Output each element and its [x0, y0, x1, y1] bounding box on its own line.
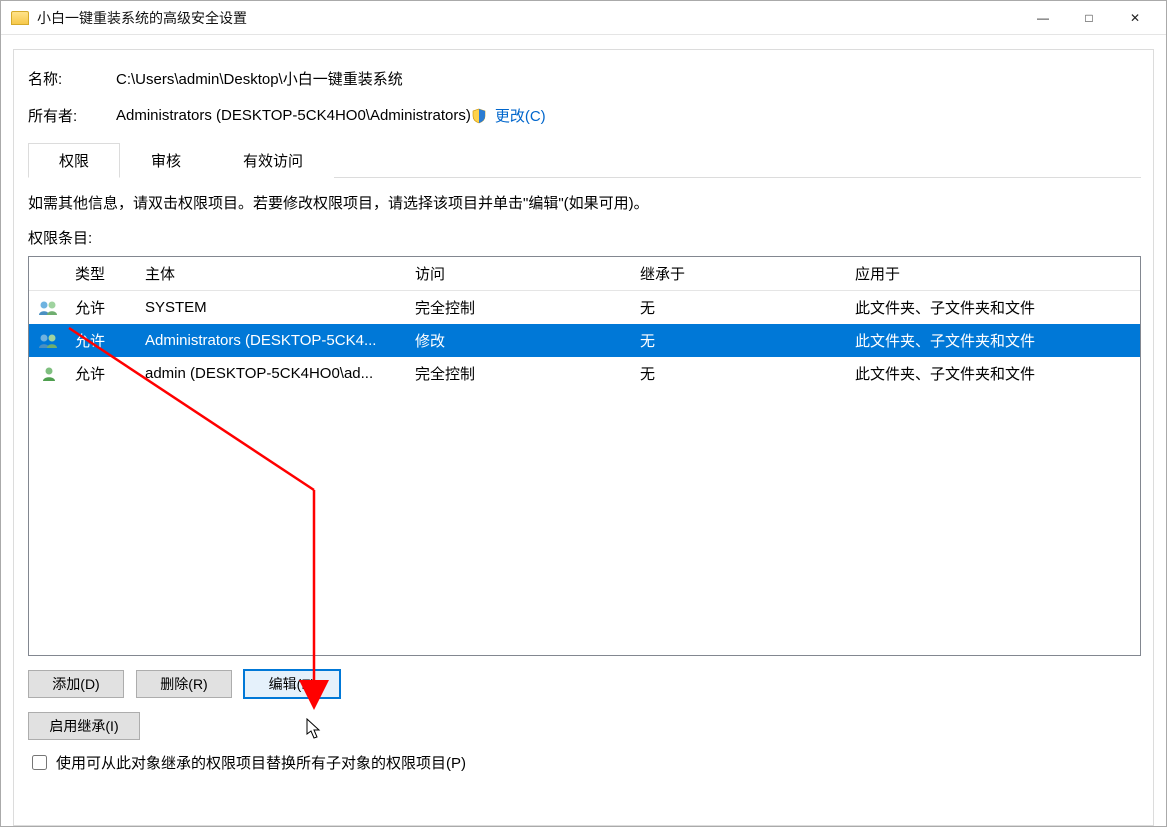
shield-icon — [471, 108, 487, 124]
cell-access: 完全控制 — [409, 361, 634, 386]
cell-principal: SYSTEM — [139, 297, 409, 318]
permission-list[interactable]: 类型 主体 访问 继承于 应用于 允许SYSTEM完全控制无此文件夹、子文件夹和… — [28, 256, 1141, 656]
inherit-row: 启用继承(I) — [28, 712, 1141, 740]
cell-inherited-from: 无 — [634, 328, 849, 353]
cell-applies-to: 此文件夹、子文件夹和文件 — [849, 295, 1140, 320]
cell-principal: admin (DESKTOP-5CK4HO0\ad... — [139, 363, 409, 384]
content-area: 名称: C:\Users\admin\Desktop\小白一键重装系统 所有者:… — [13, 49, 1154, 826]
cell-applies-to: 此文件夹、子文件夹和文件 — [849, 361, 1140, 386]
col-applies-to[interactable]: 应用于 — [849, 261, 1140, 286]
close-button[interactable]: ✕ — [1112, 3, 1158, 33]
enable-inheritance-button[interactable]: 启用继承(I) — [28, 712, 140, 740]
owner-label: 所有者: — [28, 105, 116, 126]
cell-access: 修改 — [409, 328, 634, 353]
col-type[interactable]: 类型 — [69, 261, 139, 286]
tab-effective-access[interactable]: 有效访问 — [212, 143, 334, 178]
tab-auditing[interactable]: 审核 — [120, 143, 212, 178]
cell-inherited-from: 无 — [634, 361, 849, 386]
maximize-button[interactable]: □ — [1066, 3, 1112, 33]
col-access[interactable]: 访问 — [409, 261, 634, 286]
name-value: C:\Users\admin\Desktop\小白一键重装系统 — [116, 68, 403, 89]
cell-applies-to: 此文件夹、子文件夹和文件 — [849, 328, 1140, 353]
tab-strip: 权限 审核 有效访问 — [28, 142, 1141, 178]
add-button[interactable]: 添加(D) — [28, 670, 124, 698]
cell-inherited-from: 无 — [634, 295, 849, 320]
replace-children-row: 使用可从此对象继承的权限项目替换所有子对象的权限项目(P) — [28, 752, 1141, 773]
change-owner-link[interactable]: 更改(C) — [495, 105, 546, 126]
replace-children-checkbox[interactable] — [32, 755, 47, 770]
col-inherited-from[interactable]: 继承于 — [634, 261, 849, 286]
owner-row: 所有者: Administrators (DESKTOP-5CK4HO0\Adm… — [28, 105, 1141, 126]
remove-button[interactable]: 删除(R) — [136, 670, 232, 698]
cell-type: 允许 — [69, 328, 139, 353]
permission-row[interactable]: 允许Administrators (DESKTOP-5CK4...修改无此文件夹… — [29, 324, 1140, 357]
owner-value: Administrators (DESKTOP-5CK4HO0\Administ… — [116, 107, 471, 124]
user-icon — [29, 364, 69, 384]
hint-text: 如需其他信息，请双击权限项目。若要修改权限项目，请选择该项目并单击"编辑"(如果… — [28, 192, 1141, 213]
cell-principal: Administrators (DESKTOP-5CK4... — [139, 330, 409, 351]
name-label: 名称: — [28, 68, 116, 89]
cell-type: 允许 — [69, 361, 139, 386]
edit-button[interactable]: 编辑(E) — [244, 670, 340, 698]
tab-permissions[interactable]: 权限 — [28, 143, 120, 178]
users-group-icon — [29, 298, 69, 318]
cell-access: 完全控制 — [409, 295, 634, 320]
users-group-icon — [29, 331, 69, 351]
permission-entries-label: 权限条目: — [28, 227, 1141, 248]
advanced-security-window: 小白一键重装系统的高级安全设置 — □ ✕ 名称: C:\Users\admin… — [0, 0, 1167, 827]
window-controls: — □ ✕ — [1020, 3, 1158, 33]
replace-children-label: 使用可从此对象继承的权限项目替换所有子对象的权限项目(P) — [56, 752, 466, 773]
window-title: 小白一键重装系统的高级安全设置 — [37, 8, 247, 28]
folder-icon — [11, 11, 29, 25]
name-row: 名称: C:\Users\admin\Desktop\小白一键重装系统 — [28, 68, 1141, 89]
permission-list-header: 类型 主体 访问 继承于 应用于 — [29, 257, 1140, 291]
cell-type: 允许 — [69, 295, 139, 320]
permission-row[interactable]: 允许admin (DESKTOP-5CK4HO0\ad...完全控制无此文件夹、… — [29, 357, 1140, 390]
minimize-button[interactable]: — — [1020, 3, 1066, 33]
titlebar: 小白一键重装系统的高级安全设置 — □ ✕ — [1, 1, 1166, 35]
permission-row[interactable]: 允许SYSTEM完全控制无此文件夹、子文件夹和文件 — [29, 291, 1140, 324]
entry-buttons-row: 添加(D) 删除(R) 编辑(E) — [28, 670, 1141, 698]
col-principal[interactable]: 主体 — [139, 261, 409, 286]
